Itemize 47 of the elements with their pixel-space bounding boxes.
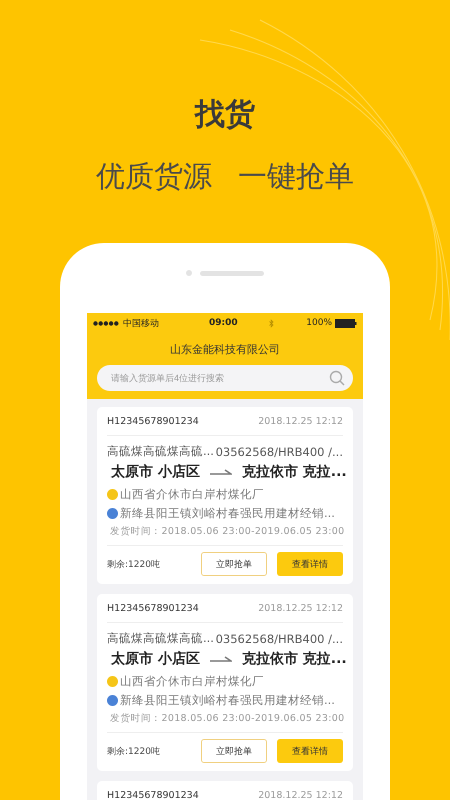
battery-text: 100% (306, 318, 332, 328)
slogan-text: 一键抢单 (238, 158, 354, 195)
origin-city: 太原市 小店区 (111, 650, 200, 668)
remaining-weight: 剩余:1220吨 (107, 558, 161, 570)
origin-city: 太原市 小店区 (111, 463, 200, 481)
order-number: H12345678901234 (107, 416, 199, 426)
speaker-icon (200, 270, 264, 276)
grab-order-button[interactable]: 立即抢单 (201, 739, 267, 763)
shipper-address: 山西省介休市白岸村煤化厂 (120, 487, 264, 502)
view-details-button[interactable]: 查看详情 (277, 739, 343, 763)
receiver-address: 新绛县阳王镇刘峪村春强民用建材经销... (120, 506, 335, 521)
order-number: H12345678901234 (107, 602, 199, 614)
order-time: 2018.12.25 12:12 (258, 416, 343, 426)
search-icon (329, 370, 345, 386)
bluetooth-icon (269, 318, 274, 328)
order-card[interactable]: H12345678901234 2018.12.25 12:12 高硫煤高硫煤高硫...03562568/HRB400 /... 太原市 小店区 克拉依市 克拉... 山西省介休市白岸村煤化厂 新绛县阳王镇刘峪村春强民用建材经销... 发货时间：2018.05.06 23:00-2019.06.05 23:00 剩余:1220吨 立即抢单 查看详情 (97, 407, 353, 584)
order-card[interactable]: H12345678901234 2018.12.25 12:12 高硫煤高硫煤高硫...03562568/HRB400 /... 太原市 小店区 克拉依市 克拉... 山西省介休市白岸村煤化厂 新绛县阳王镇刘峪村春强民用建材经销... 发货时间：2018.05.06 23:00-2019.06.05 23:00 剩余:1220吨 立即抢单 查看详情 (97, 594, 353, 771)
battery-icon (335, 318, 357, 328)
cargo-name: 高硫煤高硫煤高硫... (107, 631, 214, 646)
carrier-text: 中国移动 (123, 318, 159, 330)
grab-order-button[interactable]: 立即抢单 (201, 552, 267, 576)
destination-city: 克拉依市 克拉... (242, 463, 347, 481)
clock-text: 09:00 (209, 318, 238, 328)
shipper-address: 山西省介休市白岸村煤化厂 (120, 674, 264, 689)
ship-time: 发货时间：2018.05.06 23:00-2019.06.05 23:00 (110, 712, 344, 725)
cargo-name: 高硫煤高硫煤高硫... (107, 444, 214, 459)
slogan-text: 优质货源 (96, 158, 212, 195)
cargo-spec: 03562568/HRB400 /... (216, 444, 343, 458)
page-title: 找货 (195, 96, 255, 134)
view-details-button[interactable]: 查看详情 (277, 552, 343, 576)
camera-icon (186, 270, 192, 276)
shipper-icon (107, 489, 118, 500)
order-number: H12345678901234 (107, 790, 199, 800)
ship-time: 发货时间：2018.05.06 23:00-2019.06.05 23:00 (110, 525, 344, 538)
destination-city: 克拉依市 克拉... (242, 650, 347, 668)
receiver-address: 新绛县阳王镇刘峪村春强民用建材经销... (120, 693, 335, 708)
receiver-icon (107, 695, 118, 706)
order-card[interactable]: H12345678901234 2018.12.25 12:12 (97, 781, 353, 800)
receiver-icon (107, 508, 118, 519)
signal-icon (93, 320, 119, 326)
remaining-weight: 剩余:1220吨 (107, 746, 161, 758)
search-field[interactable]: 请输入货源单后4位进行搜索 (97, 365, 353, 391)
cargo-spec: 03562568/HRB400 /... (216, 632, 343, 646)
app-title: 山东金能科技有限公司 (169, 342, 281, 358)
order-time: 2018.12.25 12:12 (258, 790, 343, 800)
shipper-icon (107, 676, 118, 687)
order-time: 2018.12.25 12:12 (258, 602, 343, 614)
